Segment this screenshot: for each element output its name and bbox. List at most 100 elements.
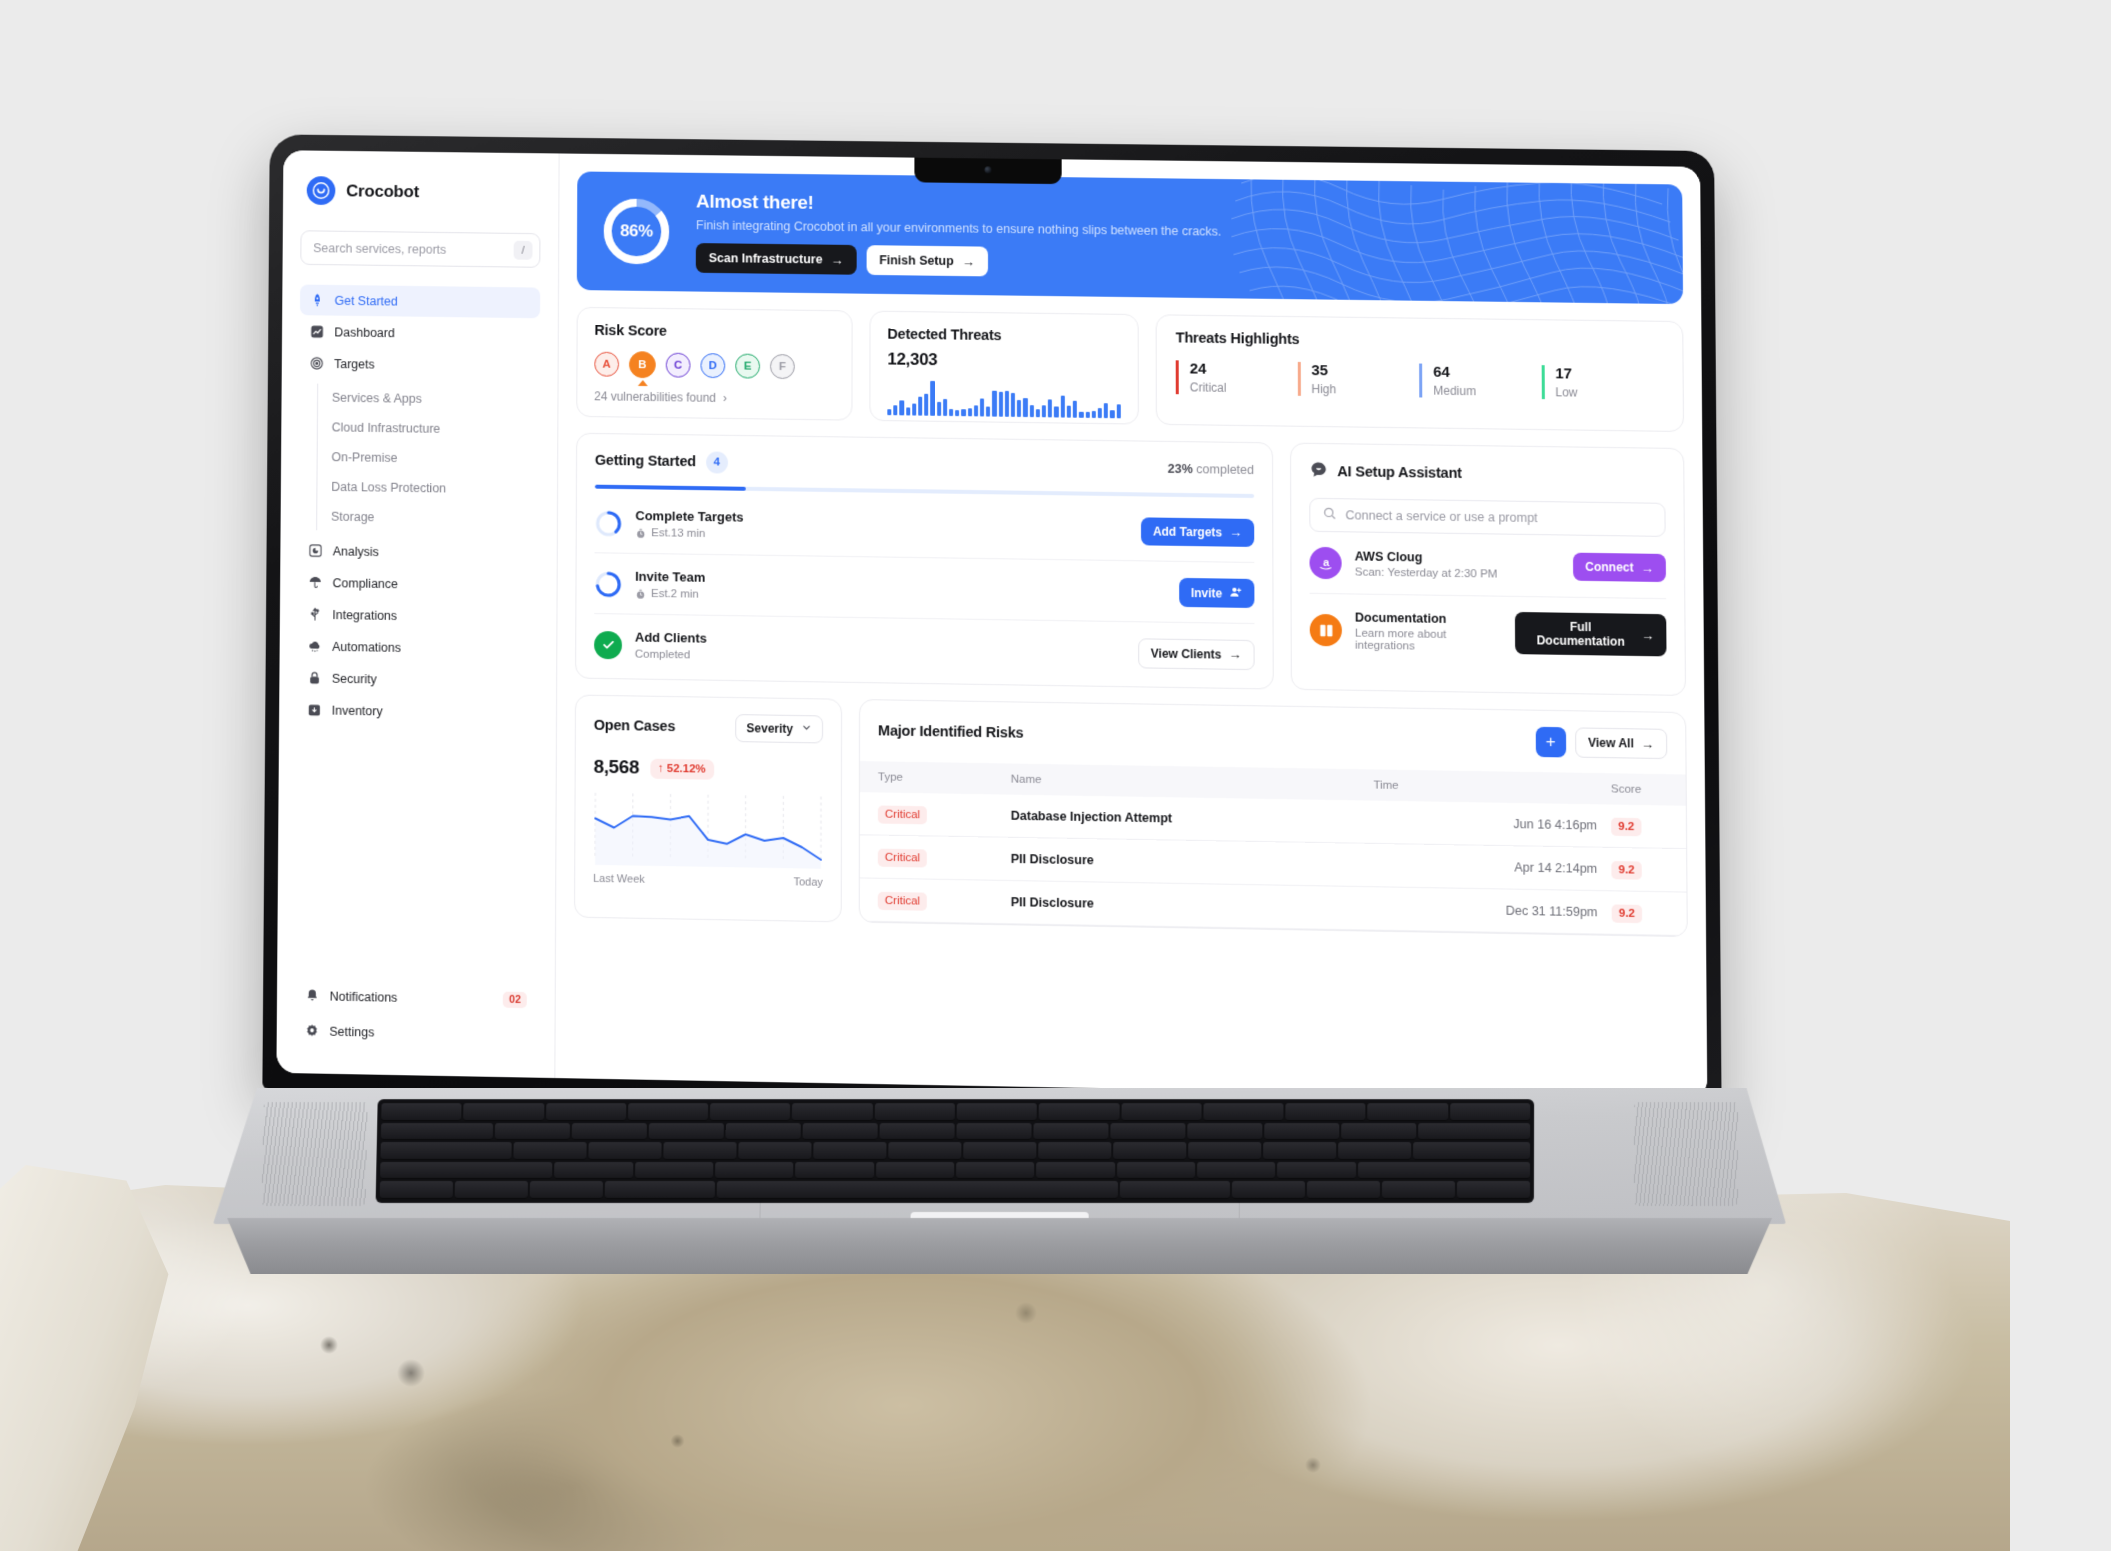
keyboard-key[interactable] xyxy=(530,1181,603,1199)
sidebar-item-analysis[interactable]: Analysis xyxy=(298,535,539,569)
sidebar-subitem-data-loss-protection[interactable]: Data Loss Protection xyxy=(331,473,539,504)
keyboard-key[interactable] xyxy=(814,1142,887,1160)
risk-grade-a[interactable]: A xyxy=(594,352,619,377)
ai-prompt-input[interactable]: Connect a service or use a prompt xyxy=(1309,498,1665,537)
keyboard-key[interactable] xyxy=(554,1162,633,1180)
vulnerabilities-link[interactable]: 24 vulnerabilities found › xyxy=(594,389,834,406)
keyboard-key[interactable] xyxy=(589,1142,662,1160)
keyboard-key[interactable] xyxy=(380,1142,512,1160)
keyboard-key[interactable] xyxy=(889,1142,962,1160)
keyboard-key[interactable] xyxy=(635,1162,714,1180)
keyboard-key[interactable] xyxy=(1197,1162,1275,1180)
keyboard-key[interactable] xyxy=(649,1123,724,1141)
keyboard-key[interactable] xyxy=(1457,1181,1530,1199)
keyboard-key[interactable] xyxy=(874,1103,954,1121)
risk-grade-b[interactable]: B xyxy=(629,351,656,378)
keyboard-key[interactable] xyxy=(1307,1181,1380,1199)
keyboard-key[interactable] xyxy=(880,1123,955,1141)
keyboard-key[interactable] xyxy=(1263,1142,1336,1160)
sidebar-item-security[interactable]: Security xyxy=(297,662,538,697)
keyboard-key[interactable] xyxy=(710,1103,790,1121)
scan-infrastructure-button[interactable]: Scan Infrastructure → xyxy=(696,243,857,275)
keyboard-key[interactable] xyxy=(1382,1181,1455,1199)
keyboard-key[interactable] xyxy=(1285,1103,1365,1121)
keyboard-key[interactable] xyxy=(726,1123,801,1141)
ai-service-action-button[interactable]: Connect → xyxy=(1573,553,1666,582)
sidebar-subitem-storage[interactable]: Storage xyxy=(331,503,539,534)
keyboard-key[interactable] xyxy=(381,1103,462,1121)
add-risk-button[interactable]: + xyxy=(1535,727,1565,758)
keyboard-key[interactable] xyxy=(803,1123,878,1141)
keyboard-key[interactable] xyxy=(572,1123,647,1141)
risk-grade-d[interactable]: D xyxy=(700,353,725,378)
task-action-button[interactable]: View Clients → xyxy=(1138,638,1255,670)
keyboard-key[interactable] xyxy=(514,1142,587,1160)
sidebar-item-settings[interactable]: Settings xyxy=(294,1014,536,1052)
risk-grade-e[interactable]: E xyxy=(735,354,760,379)
sidebar-item-automations[interactable]: Automations xyxy=(297,630,538,665)
keyboard-key[interactable] xyxy=(1418,1123,1530,1141)
keyboard-key[interactable] xyxy=(1277,1162,1355,1180)
keyboard-key[interactable] xyxy=(628,1103,708,1121)
sidebar-item-get-started[interactable]: Get Started xyxy=(300,285,540,319)
keyboard-key[interactable] xyxy=(1039,1103,1119,1121)
sidebar-item-integrations[interactable]: Integrations xyxy=(298,599,539,634)
keyboard-key[interactable] xyxy=(1450,1103,1530,1121)
sidebar-item-inventory[interactable]: Inventory xyxy=(297,694,538,729)
keyboard-key[interactable] xyxy=(381,1123,494,1141)
keyboard-key[interactable] xyxy=(876,1162,955,1180)
keyboard-key[interactable] xyxy=(1203,1103,1283,1121)
keyboard-key[interactable] xyxy=(1264,1123,1339,1141)
keyboard-key[interactable] xyxy=(380,1162,553,1180)
severity-filter-dropdown[interactable]: Severity xyxy=(735,714,823,743)
sidebar-item-dashboard[interactable]: Dashboard xyxy=(300,316,540,350)
keyboard-key[interactable] xyxy=(715,1162,794,1180)
keyboard-key[interactable] xyxy=(463,1103,544,1121)
keyboard-key[interactable] xyxy=(792,1103,872,1121)
keyboard-key[interactable] xyxy=(1113,1142,1186,1160)
sidebar-subitem-on-premise[interactable]: On-Premise xyxy=(331,443,539,474)
keyboard-key[interactable] xyxy=(605,1181,715,1199)
sidebar-item-targets[interactable]: Targets xyxy=(299,348,539,382)
task-action-button[interactable]: Invite xyxy=(1179,578,1255,608)
keyboard-key[interactable] xyxy=(1110,1123,1185,1141)
risk-grade-f[interactable]: F xyxy=(770,354,795,379)
sidebar-subitem-cloud-infrastructure[interactable]: Cloud Infrastructure xyxy=(332,414,540,445)
keyboard-key[interactable] xyxy=(716,1181,1118,1199)
ai-service-action-button[interactable]: Full Documentation → xyxy=(1515,612,1666,656)
keyboard-key[interactable] xyxy=(1117,1162,1195,1180)
keyboard-key[interactable] xyxy=(1038,1142,1111,1160)
keyboard-key[interactable] xyxy=(964,1142,1037,1160)
keyboard-key[interactable] xyxy=(957,1103,1037,1121)
keyboard-key[interactable] xyxy=(455,1181,528,1199)
keyboard-key[interactable] xyxy=(1341,1123,1416,1141)
view-all-risks-button[interactable]: View All → xyxy=(1575,727,1668,759)
risk-grade-c[interactable]: C xyxy=(666,353,691,378)
keyboard-key[interactable] xyxy=(1187,1123,1262,1141)
task-action-button[interactable]: Add Targets → xyxy=(1141,517,1254,547)
finish-setup-button[interactable]: Finish Setup → xyxy=(866,245,987,276)
keyboard-key[interactable] xyxy=(1120,1181,1230,1199)
keyboard-key[interactable] xyxy=(495,1123,570,1141)
keyboard-key[interactable] xyxy=(1413,1142,1530,1160)
keyboard-key[interactable] xyxy=(546,1103,626,1121)
keyboard-key[interactable] xyxy=(1368,1103,1448,1121)
keyboard-key[interactable] xyxy=(795,1162,874,1180)
keyboard[interactable] xyxy=(376,1099,1535,1203)
keyboard-key[interactable] xyxy=(380,1181,453,1199)
keyboard-key[interactable] xyxy=(1338,1142,1411,1160)
keyboard-key[interactable] xyxy=(1358,1162,1530,1180)
keyboard-key[interactable] xyxy=(1232,1181,1305,1199)
keyboard-key[interactable] xyxy=(956,1123,1031,1141)
keyboard-key[interactable] xyxy=(956,1162,1035,1180)
keyboard-key[interactable] xyxy=(739,1142,812,1160)
keyboard-key[interactable] xyxy=(1188,1142,1261,1160)
keyboard-key[interactable] xyxy=(1121,1103,1201,1121)
keyboard-key[interactable] xyxy=(1033,1123,1108,1141)
sidebar-item-compliance[interactable]: Compliance xyxy=(298,567,539,601)
search-input[interactable]: Search services, reports / xyxy=(300,230,540,268)
sidebar-item-notifications[interactable]: Notifications 02 xyxy=(295,979,537,1016)
keyboard-key[interactable] xyxy=(664,1142,737,1160)
sidebar-subitem-services-apps[interactable]: Services & Apps xyxy=(332,384,540,415)
keyboard-key[interactable] xyxy=(1036,1162,1114,1180)
